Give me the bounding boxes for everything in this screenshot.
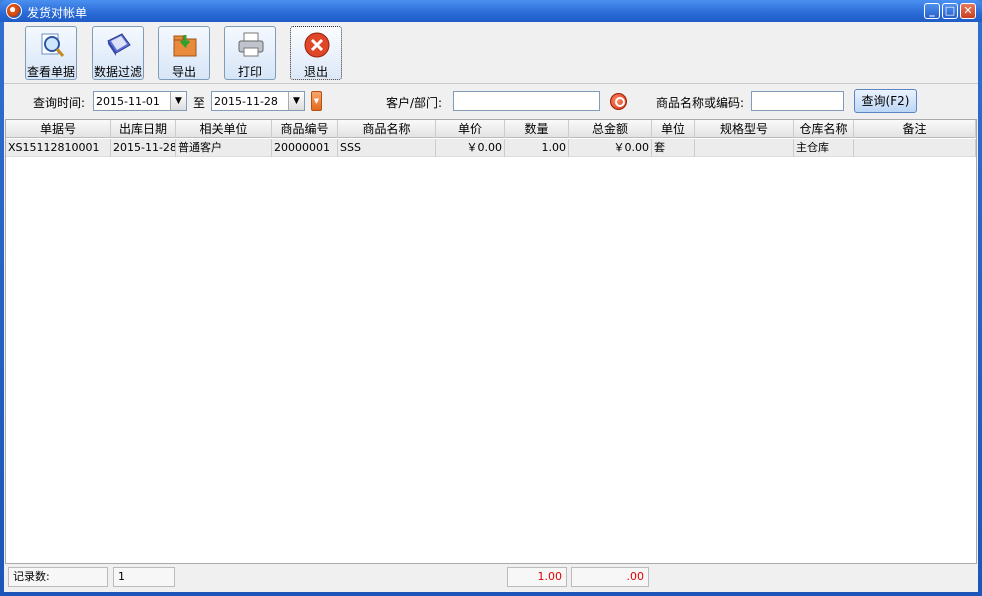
cell-product-code: 20000001 xyxy=(272,139,338,157)
column-header[interactable]: 规格型号 xyxy=(695,120,794,138)
column-header[interactable]: 出库日期 xyxy=(111,120,176,138)
cell-unit: 普通客户 xyxy=(176,139,272,157)
column-header[interactable]: 数量 xyxy=(505,120,569,138)
client-area: 查看单据 数据过滤 导出 打印 退出 查询时间: 2015-11-01 ▼ 至 … xyxy=(4,22,978,592)
search-icon[interactable] xyxy=(610,93,627,110)
column-header[interactable]: 单据号 xyxy=(6,120,111,138)
window-title: 发货对帐单 xyxy=(27,6,88,20)
chevron-down-icon[interactable]: ▼ xyxy=(170,92,186,110)
column-header[interactable]: 单位 xyxy=(652,120,695,138)
view-document-button[interactable]: 查看单据 xyxy=(25,26,77,80)
print-button[interactable]: 打印 xyxy=(224,26,276,80)
product-label: 商品名称或编码: xyxy=(656,96,745,110)
cell-out-date: 2015-11-28 xyxy=(111,139,176,157)
column-header[interactable]: 单价 xyxy=(436,120,505,138)
table-row[interactable]: XS15112810001 2015-11-28 普通客户 20000001 S… xyxy=(6,139,976,157)
filter-bar: 查询时间: 2015-11-01 ▼ 至 2015-11-28 ▼ ▼ 客户/部… xyxy=(4,86,978,116)
maximize-button[interactable]: □ xyxy=(942,3,958,19)
end-date-value: 2015-11-28 xyxy=(214,95,278,108)
app-logo-icon xyxy=(6,3,22,19)
app-window: 发货对帐单 _ □ ✕ 查看单据 数据过滤 导出 打印 退出 查询时间: 201… xyxy=(0,0,982,596)
view-document-label: 查看单据 xyxy=(26,65,75,79)
column-header[interactable]: 商品名称 xyxy=(338,120,436,138)
record-count-value: 1 xyxy=(113,567,175,587)
close-button[interactable]: ✕ xyxy=(960,3,976,19)
query-button[interactable]: 查询(F2) xyxy=(854,89,917,113)
end-date-picker[interactable]: 2015-11-28 ▼ xyxy=(211,91,305,111)
column-header[interactable]: 总金额 xyxy=(569,120,652,138)
customer-label: 客户/部门: xyxy=(386,96,443,110)
column-header[interactable]: 仓库名称 xyxy=(794,120,854,138)
amount-total: .00 xyxy=(571,567,649,587)
table-header: 单据号 出库日期 相关单位 商品编号 商品名称 单价 数量 总金额 单位 规格型… xyxy=(6,120,976,138)
cell-remark xyxy=(854,139,976,157)
cell-product-name: SSS xyxy=(338,139,436,157)
export-folder-icon xyxy=(173,35,197,57)
column-header[interactable]: 商品编号 xyxy=(272,120,338,138)
customer-input[interactable] xyxy=(453,91,600,111)
date-range-button[interactable]: ▼ xyxy=(311,91,322,111)
column-header[interactable]: 备注 xyxy=(854,120,976,138)
cell-measure-unit: 套 xyxy=(652,139,695,157)
exit-x-icon xyxy=(304,32,330,58)
print-label: 打印 xyxy=(237,65,262,79)
query-time-label: 查询时间: xyxy=(33,96,86,110)
export-button[interactable]: 导出 xyxy=(158,26,210,80)
title-bar[interactable]: 发货对帐单 _ □ ✕ xyxy=(0,0,982,22)
cell-quantity: 1.00 xyxy=(505,139,569,157)
cell-warehouse: 主仓库 xyxy=(794,139,854,157)
record-count-label: 记录数: xyxy=(8,567,108,587)
cell-total-amount: ￥0.00 xyxy=(569,139,652,157)
cell-unit-price: ￥0.00 xyxy=(436,139,505,157)
minimize-button[interactable]: _ xyxy=(924,3,940,19)
filter-book-icon xyxy=(107,33,131,56)
column-header[interactable]: 相关单位 xyxy=(176,120,272,138)
magnifier-document-icon xyxy=(41,33,65,57)
to-label: 至 xyxy=(193,96,206,110)
exit-label: 退出 xyxy=(303,65,328,79)
status-bar: 记录数: 1 1.00 .00 xyxy=(4,565,978,590)
exit-button[interactable]: 退出 xyxy=(290,26,342,80)
product-input[interactable] xyxy=(751,91,844,111)
data-filter-button[interactable]: 数据过滤 xyxy=(92,26,144,80)
export-label: 导出 xyxy=(171,65,196,79)
start-date-value: 2015-11-01 xyxy=(96,95,160,108)
data-grid: 单据号 出库日期 相关单位 商品编号 商品名称 单价 数量 总金额 单位 规格型… xyxy=(5,119,977,564)
start-date-picker[interactable]: 2015-11-01 ▼ xyxy=(93,91,187,111)
cell-doc-number: XS15112810001 xyxy=(6,139,111,157)
cell-spec xyxy=(695,139,794,157)
quantity-total: 1.00 xyxy=(507,567,567,587)
chevron-down-icon[interactable]: ▼ xyxy=(288,92,304,110)
toolbar: 查看单据 数据过滤 导出 打印 退出 xyxy=(4,22,978,84)
data-filter-label: 数据过滤 xyxy=(93,65,142,79)
printer-icon xyxy=(238,32,264,57)
